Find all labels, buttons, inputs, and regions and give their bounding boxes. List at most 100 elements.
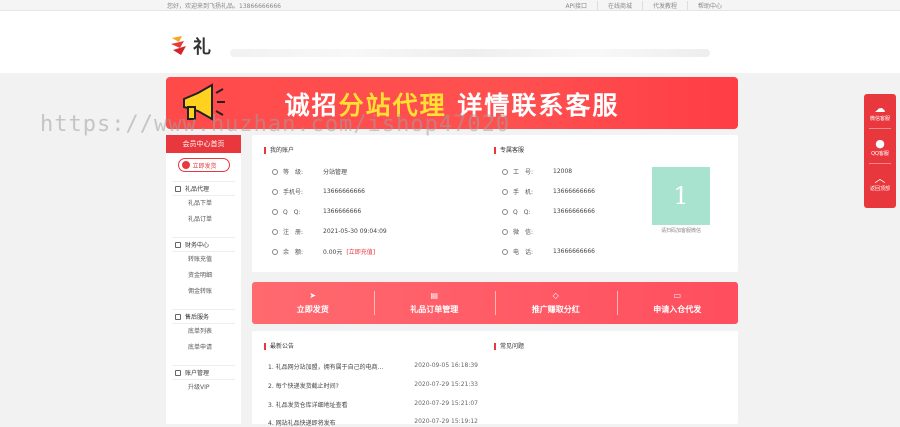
sidebar-item-gift-orders[interactable]: 礼品订单: [166, 212, 241, 228]
user-icon: [175, 369, 181, 376]
action-ship-now[interactable]: ➤ 立即发货: [252, 282, 374, 324]
sidebar-item-recharge[interactable]: 转账充值: [166, 252, 241, 268]
float-label: 微信客服: [869, 116, 890, 122]
row-label: 工 号:: [513, 169, 534, 176]
news-text: 3. 礼品发货仓库详细地址查看: [268, 402, 348, 409]
news-item[interactable]: 3. 礼品发货仓库详细地址查看 2020-07-29 15:21:07: [268, 400, 478, 409]
news-item[interactable]: 4. 网站礼品快递即将发布 2020-07-29 15:19:12: [268, 418, 478, 427]
action-label: 立即发货: [296, 305, 329, 314]
order-list-icon: ▤: [430, 291, 439, 300]
site-logo[interactable]: 礼: [170, 33, 212, 59]
row-value: 2021-05-30 09:04:09: [323, 228, 387, 235]
account-panel: 我的账户 等 级: 分站管理 手机号: 13666666666 Q Q: 136666…: [252, 135, 738, 272]
row-value: 分站管理: [323, 169, 348, 176]
blurred-header-content: [230, 49, 710, 57]
sidebar-group-head[interactable]: 礼品代理: [172, 181, 235, 196]
news-text: 2. 每个快递发货截止时间?: [268, 383, 339, 390]
mobile-icon: [502, 188, 508, 195]
service-qr-code: 1: [652, 167, 710, 225]
group-title: 财务中心: [185, 242, 210, 249]
sidebar-item-fund-detail[interactable]: 资金明细: [166, 268, 241, 284]
group-title: 礼品代理: [185, 186, 210, 193]
float-wechat[interactable]: ☁ 微信客服: [870, 102, 890, 122]
qq-icon: [502, 208, 508, 215]
qr-caption: 请扫码加客服微信: [660, 228, 701, 234]
row-label: Q Q:: [283, 209, 301, 216]
account-row-level: 等 级: 分站管理: [272, 167, 347, 176]
link-mall[interactable]: 在线商城: [596, 1, 642, 10]
balance-icon: [272, 248, 278, 255]
sidebar-item-receipt-apply[interactable]: 底单申请: [166, 340, 241, 356]
sidebar-group-account: 账户管理 升级VIP: [166, 365, 241, 396]
row-label: 注 册:: [283, 229, 304, 236]
floating-service-bar: ☁ 微信客服 ● QQ客服 ︿ 返回顶部: [864, 94, 896, 208]
account-row-qq: Q Q: 1366666666: [272, 207, 361, 216]
action-gift-orders[interactable]: ▤ 礼品订单管理: [373, 282, 496, 324]
sidebar-group-finance: 财务中心 转账充值 资金明细 佣金转账: [166, 237, 241, 300]
sidebar-group-gift: 礼品代理 礼品下单 礼品订单: [166, 181, 241, 228]
action-warehouse[interactable]: ▭ 申请入仓代发: [616, 282, 739, 324]
banner-title-highlight: 分站代理: [338, 91, 447, 120]
logo-mark-icon: [171, 36, 186, 55]
news-item[interactable]: 2. 每个快递发货截止时间? 2020-07-29 15:21:33: [268, 381, 478, 390]
float-back-top[interactable]: ︿ 返回顶部: [870, 172, 890, 192]
link-help[interactable]: 帮助中心: [686, 1, 732, 10]
action-label: 申请入仓代发: [653, 305, 702, 314]
link-api[interactable]: API接口: [555, 1, 597, 10]
service-title: 专属客服: [494, 147, 524, 154]
faq-title: 常见问题: [494, 343, 524, 350]
news-date: 2020-07-29 15:21:07: [414, 400, 478, 407]
row-label: 微 信:: [513, 229, 534, 236]
sidebar-group-head[interactable]: 财务中心: [172, 237, 235, 252]
badge-icon: [502, 168, 508, 175]
sidebar-item-commission[interactable]: 佣金转账: [166, 284, 241, 300]
row-label: 余 额:: [283, 249, 304, 256]
link-tutorial[interactable]: 代发教程: [641, 1, 687, 10]
sidebar-item-upgrade-vip[interactable]: 升级VIP: [166, 380, 241, 396]
sidebar-item-receipt-list[interactable]: 底单列表: [166, 324, 241, 340]
sidebar: 会员中心首页 立即发货 礼品代理 礼品下单 礼品订单 财务中心 转账充值 资金明…: [166, 135, 241, 424]
row-value: 13666666666: [323, 188, 365, 195]
sidebar-item-gift-order[interactable]: 礼品下单: [166, 196, 241, 212]
action-promote[interactable]: ◇ 推广赚取分红: [495, 282, 617, 324]
send-icon: ➤: [309, 291, 317, 300]
wallet-icon: [175, 241, 181, 248]
telephone-icon: [502, 248, 508, 255]
banner-title: 诚招分站代理 详情联系客服: [166, 86, 738, 122]
news-panel: 最新公告 常见问题 1. 礼品网分站加盟，拥有属于自己的电商... 2020-09…: [252, 331, 738, 427]
ship-dot-icon: [181, 161, 190, 169]
row-value: 12008: [553, 168, 573, 175]
top-bar: 您好，欢迎来到飞扬礼品。13866666666 API接口 在线商城 代发教程 …: [0, 0, 900, 11]
account-row-balance: 余 额: 0.00元 [立即充值]: [272, 247, 375, 256]
banner-title-post: 详情联系客服: [446, 91, 620, 120]
news-date: 2020-07-29 15:21:33: [414, 381, 478, 388]
welcome-text: 您好，欢迎来到飞扬礼品。13866666666: [167, 3, 281, 10]
member-center-title[interactable]: 会员中心首页: [166, 135, 241, 153]
account-title: 我的账户: [264, 147, 294, 154]
diamond-icon: ◇: [552, 291, 559, 300]
divider: [869, 128, 891, 129]
level-icon: [272, 168, 278, 175]
news-title: 最新公告: [264, 343, 294, 350]
row-label: 等 级:: [283, 169, 304, 176]
recruit-banner[interactable]: 诚招分站代理 详情联系客服: [166, 77, 738, 129]
row-value: 13666666666: [553, 188, 595, 195]
row-value: 1366666666: [323, 208, 362, 215]
qq-penguin-icon: ●: [875, 137, 885, 150]
news-text: 1. 礼品网分站加盟，拥有属于自己的电商...: [268, 364, 384, 371]
action-label: 礼品订单管理: [410, 305, 459, 314]
service-row-tel: 电 话: 13666666666: [502, 247, 595, 256]
news-item[interactable]: 1. 礼品网分站加盟，拥有属于自己的电商... 2020-09-05 16:18:…: [268, 362, 478, 371]
sidebar-group-head[interactable]: 售后服务: [172, 309, 235, 324]
cart-icon: [175, 185, 181, 192]
service-row-qq: Q Q: 13666666666: [502, 207, 595, 216]
news-date: 2020-07-29 15:19:12: [414, 418, 478, 425]
row-label: Q Q:: [513, 209, 531, 216]
sidebar-group-service: 售后服务 底单列表 底单申请: [166, 309, 241, 356]
sidebar-group-head[interactable]: 账户管理: [172, 365, 235, 380]
header: 礼: [0, 11, 900, 73]
float-qq[interactable]: ● QQ客服: [871, 137, 889, 157]
ship-now-button[interactable]: 立即发货: [177, 158, 230, 172]
recharge-link[interactable]: [立即充值]: [346, 247, 375, 256]
service-icon: [175, 313, 181, 320]
